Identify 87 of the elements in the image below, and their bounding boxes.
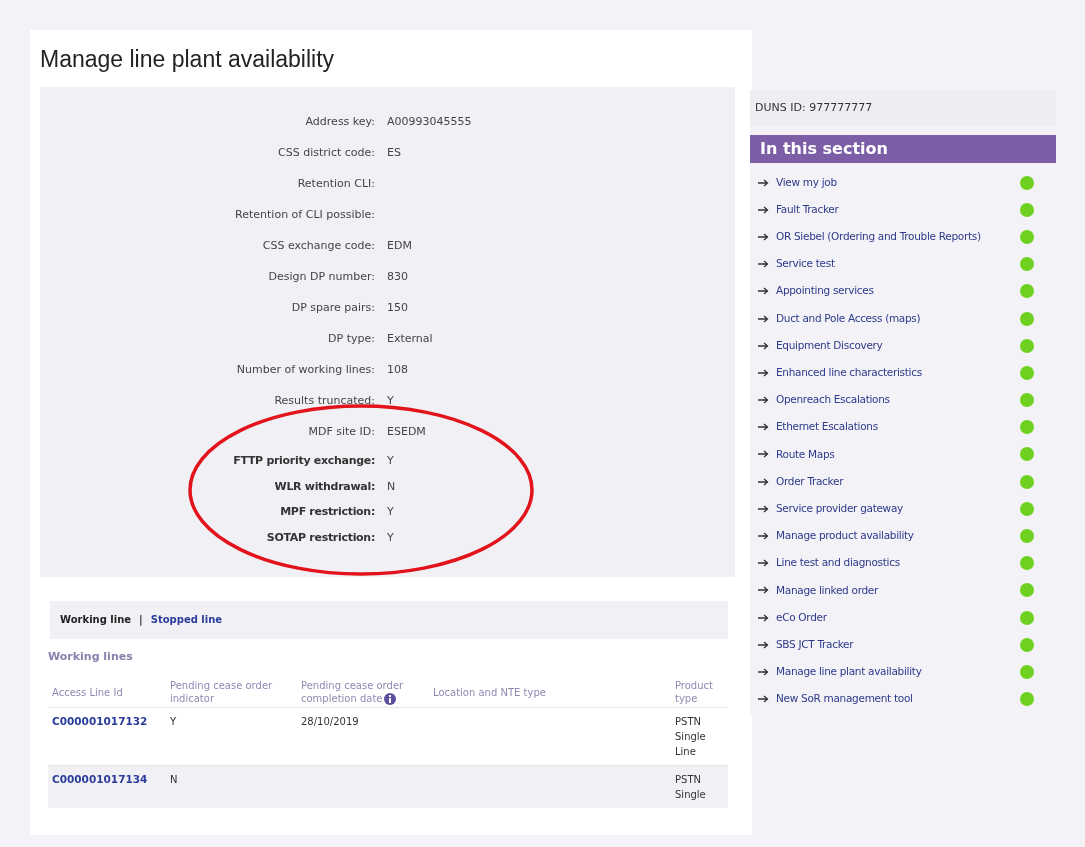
table-cell: Y bbox=[170, 716, 177, 727]
field-label: Number of working lines: bbox=[235, 361, 375, 378]
sidebar-link[interactable]: OR Siebel (Ordering and Trouble Reports) bbox=[776, 229, 1020, 245]
arrow-icon bbox=[758, 396, 769, 405]
table-cell: 28/10/2019 bbox=[301, 716, 359, 727]
table-cell: PSTN Single bbox=[675, 774, 706, 800]
field-label: Address key: bbox=[304, 113, 375, 130]
line-tab[interactable]: Working line bbox=[60, 612, 132, 627]
field-label: DP spare pairs: bbox=[290, 299, 375, 316]
column-header: Pending cease order completion date bbox=[297, 677, 429, 708]
arrow-icon bbox=[758, 586, 769, 595]
table-cell: PSTN Single Line bbox=[675, 716, 706, 757]
arrow-icon bbox=[758, 695, 769, 704]
arrow-icon bbox=[758, 450, 769, 459]
field-value: 108 bbox=[387, 361, 408, 378]
arrow-icon bbox=[758, 477, 769, 486]
field-value: ES bbox=[387, 144, 401, 161]
field-value: 830 bbox=[387, 268, 408, 285]
sidebar-link[interactable]: Order Tracker bbox=[776, 473, 1020, 490]
field-label: CSS district code: bbox=[277, 144, 375, 161]
arrow-icon bbox=[758, 178, 769, 187]
field-label: SOTAP restriction: bbox=[265, 529, 375, 546]
duns-id: DUNS ID: 977777777 bbox=[755, 99, 873, 116]
page-title: Manage line plant availability bbox=[40, 45, 336, 74]
sidebar-link[interactable]: Fault Tracker bbox=[776, 201, 1020, 218]
field-value: ESEDM bbox=[387, 424, 426, 441]
sidebar-link[interactable]: Service test bbox=[776, 256, 1020, 273]
sidebar-link[interactable]: New SoR management tool bbox=[776, 691, 1020, 708]
sidebar-link[interactable]: Manage product availability bbox=[776, 528, 1020, 544]
field-label: DP type: bbox=[327, 330, 375, 347]
sidebar-link[interactable]: Manage line plant availability bbox=[776, 664, 1020, 680]
sidebar-link[interactable]: eCo Order bbox=[776, 609, 1020, 626]
field-value: External bbox=[387, 330, 433, 347]
field-label: MPF restriction: bbox=[279, 504, 375, 520]
section-title: Working lines bbox=[48, 648, 134, 665]
arrow-icon bbox=[758, 287, 769, 296]
field-value: Y bbox=[387, 504, 394, 520]
column-header: Pending cease order indicator bbox=[166, 677, 297, 708]
column-header: Access Line Id bbox=[48, 677, 166, 708]
field-label: Results truncated: bbox=[273, 392, 375, 409]
sidebar-link[interactable]: Line test and diagnostics bbox=[776, 555, 1020, 572]
sidebar-link[interactable]: Openreach Escalations bbox=[776, 392, 1020, 408]
arrow-icon bbox=[758, 205, 769, 214]
field-label: Retention of CLI possible: bbox=[234, 206, 375, 223]
field-value: Y bbox=[387, 453, 394, 469]
sidebar-link[interactable]: Appointing services bbox=[776, 283, 1020, 300]
column-header: Location and NTE type bbox=[429, 677, 671, 708]
field-value: Y bbox=[387, 529, 394, 546]
access-line-link[interactable]: C000001017134 bbox=[52, 773, 148, 785]
arrow-icon bbox=[758, 640, 769, 649]
field-label: Design DP number: bbox=[267, 268, 375, 285]
arrow-icon bbox=[758, 504, 769, 513]
sidebar-link[interactable]: Equipment Discovery bbox=[776, 337, 1020, 354]
sidebar-link[interactable]: Service provider gateway bbox=[776, 500, 1020, 517]
arrow-icon bbox=[758, 667, 769, 676]
table-cell: N bbox=[170, 774, 178, 785]
column-header: Product type bbox=[671, 677, 728, 708]
sidebar-link[interactable]: Ethernet Escalations bbox=[776, 419, 1020, 436]
arrow-icon bbox=[758, 314, 769, 323]
sidebar-link[interactable]: Duct and Pole Access (maps) bbox=[776, 310, 1020, 327]
field-value: Y bbox=[387, 392, 394, 409]
field-value: EDM bbox=[387, 237, 412, 254]
line-tab[interactable]: Stopped line bbox=[150, 612, 223, 627]
sidebar-link[interactable]: Manage linked order bbox=[776, 582, 1020, 599]
arrow-icon bbox=[758, 341, 769, 350]
arrow-icon bbox=[758, 423, 769, 432]
field-label: FTTP priority exchange: bbox=[232, 453, 375, 469]
sidebar-link[interactable]: View my job bbox=[776, 174, 1020, 191]
field-label: WLR withdrawal: bbox=[273, 478, 375, 495]
arrow-icon bbox=[758, 232, 769, 241]
arrow-icon bbox=[758, 559, 769, 568]
field-value: N bbox=[387, 478, 396, 495]
tab-separator: | bbox=[139, 613, 143, 627]
arrow-icon bbox=[758, 260, 769, 269]
section-heading: In this section bbox=[750, 135, 1056, 163]
arrow-icon bbox=[758, 613, 769, 622]
arrow-icon bbox=[758, 532, 769, 541]
sidebar-link[interactable]: SBS JCT Tracker bbox=[776, 636, 1020, 653]
sidebar-link[interactable]: Enhanced line characteristics bbox=[776, 365, 1020, 381]
access-line-link[interactable]: C000001017132 bbox=[52, 715, 148, 727]
field-label: Retention CLI: bbox=[296, 175, 375, 192]
arrow-icon bbox=[758, 368, 769, 377]
field-label: MDF site ID: bbox=[307, 424, 375, 441]
field-value: A00993045555 bbox=[387, 113, 472, 130]
sidebar-link[interactable]: Route Maps bbox=[776, 446, 1020, 463]
field-label: CSS exchange code: bbox=[261, 237, 375, 254]
field-value: 150 bbox=[387, 299, 408, 316]
